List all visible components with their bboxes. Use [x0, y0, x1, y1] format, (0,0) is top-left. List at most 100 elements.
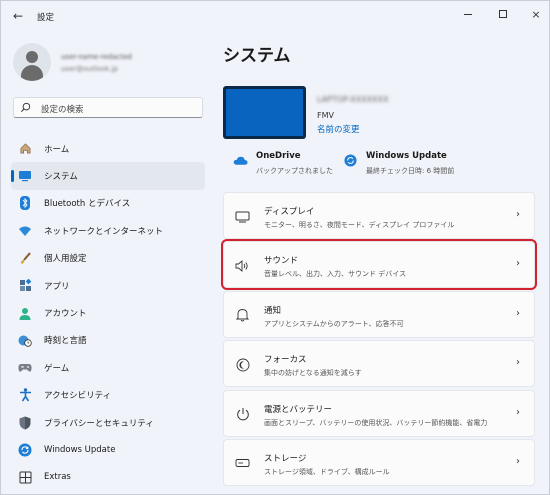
- sidebar-item-label: Windows Update: [44, 444, 116, 455]
- sidebar-item-bluetooth[interactable]: Bluetooth とデバイス: [11, 190, 205, 217]
- user-name: user-name-redacted: [61, 53, 132, 61]
- windows-update-title: Windows Update: [366, 151, 447, 161]
- card-subtitle: アプリとシステムからのアラート、応答不可: [264, 319, 404, 328]
- device-image: [223, 86, 306, 139]
- rename-link[interactable]: 名前の変更: [317, 123, 360, 135]
- shield-icon: [18, 416, 32, 430]
- sidebar-item-label: アクセシビリティ: [44, 391, 112, 402]
- maximize-button[interactable]: [488, 5, 518, 23]
- minimize-icon: [464, 13, 472, 15]
- bell-icon: [235, 308, 250, 323]
- onedrive-title: OneDrive: [256, 151, 301, 161]
- minimize-button[interactable]: [453, 5, 483, 23]
- focus-icon: [235, 357, 250, 372]
- sidebar-item-label: ネットワークとインターネット: [44, 226, 164, 237]
- sound-card[interactable]: サウンド 音量レベル、出力、入力、サウンド デバイス ›: [221, 239, 537, 291]
- sidebar-item-label: ゲーム: [44, 363, 70, 374]
- extras-icon: [18, 470, 32, 484]
- user-email: user@outlook.jp: [61, 65, 118, 73]
- sidebar-item-label: 時刻と言語: [44, 336, 87, 347]
- chevron-right-icon: ›: [516, 455, 520, 467]
- sidebar-item-gaming[interactable]: ゲーム: [11, 354, 205, 381]
- accessibility-icon: [18, 388, 32, 402]
- brush-icon: [18, 251, 32, 265]
- display-icon: [235, 209, 250, 224]
- settings-window: ← 設定 × user-name-redacted user@outlook.j…: [0, 0, 550, 495]
- windows-update-subtitle: 最終チェック日時: 6 時間前: [366, 167, 455, 175]
- account-icon: [18, 306, 32, 320]
- sidebar-item-label: プライバシーとセキュリティ: [44, 418, 154, 429]
- notifications-card[interactable]: 通知 アプリとシステムからのアラート、応答不可 ›: [223, 290, 535, 338]
- page-title: システム: [223, 46, 291, 66]
- avatar: [13, 43, 51, 81]
- chevron-right-icon: ›: [516, 406, 520, 418]
- card-title: 電源とバッテリー: [264, 404, 333, 415]
- card-subtitle: 音量レベル、出力、入力、サウンド デバイス: [264, 270, 407, 279]
- sidebar-item-label: システム: [44, 172, 78, 183]
- sidebar-item-apps[interactable]: アプリ: [11, 272, 205, 299]
- sidebar-item-accessibility[interactable]: アクセシビリティ: [11, 382, 205, 409]
- globe-clock-icon: [18, 333, 32, 347]
- device-name: LAPTOP-XXXXXXX: [317, 95, 389, 104]
- close-icon: ×: [531, 7, 541, 21]
- sidebar-item-label: 個人用設定: [44, 254, 87, 265]
- maximize-icon: [499, 10, 507, 18]
- sidebar-item-label: アプリ: [44, 281, 70, 292]
- card-subtitle: モニター、明るさ、夜間モード、ディスプレイ プロファイル: [264, 221, 455, 229]
- system-icon: [18, 169, 32, 183]
- search-icon: [21, 102, 31, 112]
- app-title: 設定: [37, 13, 55, 23]
- chevron-right-icon: ›: [516, 258, 520, 270]
- update-icon: [344, 154, 357, 167]
- bluetooth-icon: [18, 196, 32, 211]
- storage-icon: [235, 456, 250, 471]
- device-model: FMV: [317, 111, 334, 120]
- back-button[interactable]: ←: [11, 9, 25, 23]
- sidebar-nav: ホーム システム Bluetooth とデバイス ネットワークとインターネット …: [11, 135, 205, 491]
- search-placeholder: 設定の検索: [41, 105, 84, 115]
- card-title: ストレージ: [264, 453, 307, 464]
- search-input[interactable]: 設定の検索: [13, 97, 203, 118]
- card-title: ディスプレイ: [264, 207, 315, 217]
- windows-update-status[interactable]: Windows Update 最終チェック日時: 6 時間前: [343, 151, 473, 177]
- apps-icon: [18, 279, 32, 293]
- user-profile[interactable]: user-name-redacted user@outlook.jp: [13, 43, 203, 83]
- onedrive-status[interactable]: OneDrive バックアップされました: [233, 151, 343, 177]
- power-icon: [235, 407, 250, 422]
- sidebar-item-personalization[interactable]: 個人用設定: [11, 245, 205, 272]
- card-title: フォーカス: [264, 355, 307, 366]
- chevron-right-icon: ›: [516, 307, 520, 319]
- card-title: サウンド: [264, 256, 299, 267]
- update-icon: [18, 443, 32, 457]
- chevron-right-icon: ›: [516, 357, 520, 369]
- power-battery-card[interactable]: 電源とバッテリー 画面とスリープ、バッテリーの使用状況、バッテリー節約機能、省電…: [223, 389, 535, 437]
- sidebar-item-network[interactable]: ネットワークとインターネット: [11, 217, 205, 244]
- sidebar-item-home[interactable]: ホーム: [11, 135, 205, 162]
- wifi-icon: [18, 224, 32, 238]
- sidebar-item-windows-update[interactable]: Windows Update: [11, 436, 205, 463]
- sidebar-item-label: ホーム: [44, 144, 70, 155]
- sidebar-item-privacy[interactable]: プライバシーとセキュリティ: [11, 409, 205, 436]
- sidebar-item-label: Extras: [44, 472, 71, 483]
- display-card[interactable]: ディスプレイ モニター、明るさ、夜間モード、ディスプレイ プロファイル ›: [223, 192, 535, 239]
- sidebar-item-label: Bluetooth とデバイス: [44, 199, 131, 210]
- close-button[interactable]: ×: [521, 5, 549, 23]
- focus-card[interactable]: フォーカス 集中の妨げとなる通知を減らす ›: [223, 340, 535, 388]
- card-subtitle: ストレージ領域、ドライブ、構成ルール: [264, 467, 390, 476]
- sidebar-item-system[interactable]: システム: [11, 162, 205, 190]
- storage-card[interactable]: ストレージ ストレージ領域、ドライブ、構成ルール ›: [223, 438, 535, 486]
- sidebar-item-extras[interactable]: Extras: [11, 464, 205, 491]
- onedrive-icon: [233, 156, 248, 165]
- speaker-icon: [235, 258, 250, 273]
- chevron-right-icon: ›: [516, 209, 520, 220]
- sidebar-item-time-language[interactable]: 時刻と言語: [11, 327, 205, 354]
- gamepad-icon: [18, 361, 32, 375]
- card-subtitle: 集中の妨げとなる通知を減らす: [264, 369, 362, 378]
- title-bar: ← 設定 ×: [1, 1, 549, 31]
- card-subtitle: 画面とスリープ、バッテリーの使用状況、バッテリー節約機能、省電力: [264, 418, 488, 427]
- sidebar-item-label: アカウント: [44, 309, 87, 320]
- sidebar-item-accounts[interactable]: アカウント: [11, 299, 205, 326]
- settings-list: ディスプレイ モニター、明るさ、夜間モード、ディスプレイ プロファイル › サウ…: [221, 192, 537, 488]
- home-icon: [18, 142, 32, 156]
- onedrive-subtitle: バックアップされました: [256, 167, 333, 175]
